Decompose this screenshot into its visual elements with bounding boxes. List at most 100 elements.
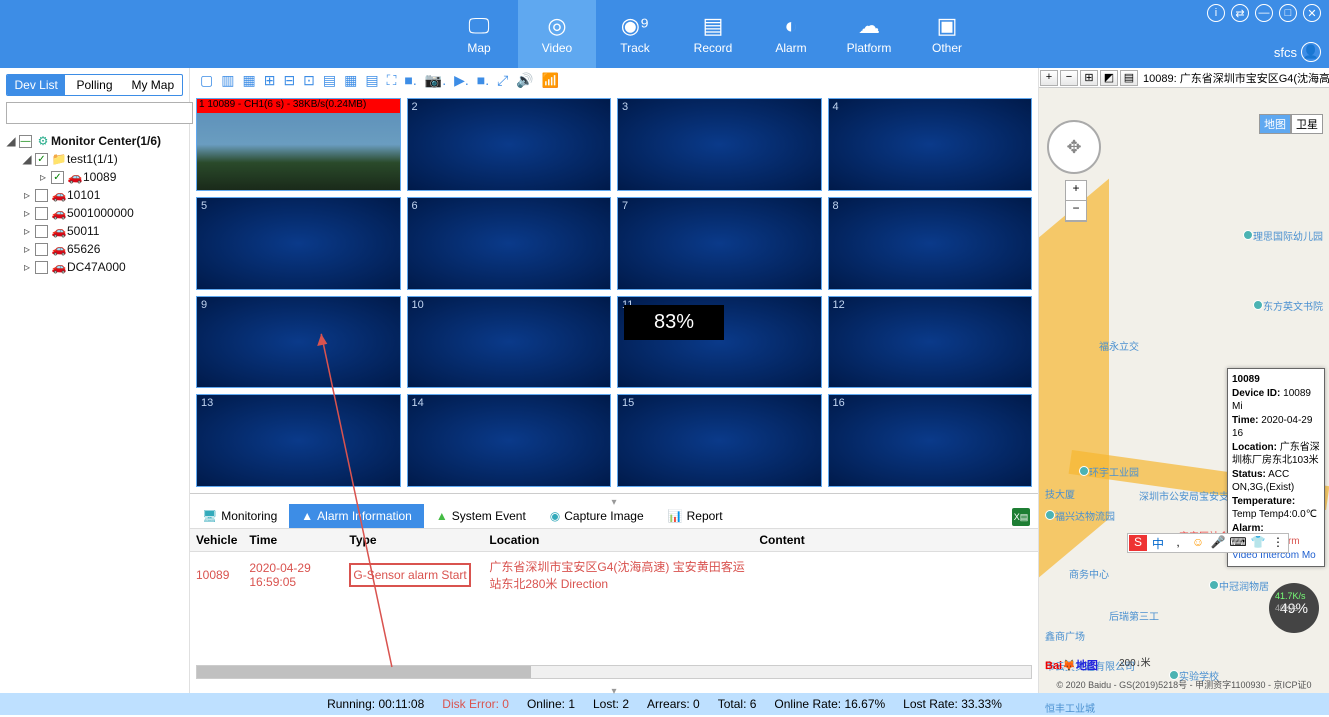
expand-icon[interactable]: ▹ — [22, 224, 32, 238]
signal-icon[interactable]: 📶 — [542, 72, 559, 89]
video-cell-4[interactable]: 4 — [828, 98, 1033, 191]
checkbox[interactable]: ✓ — [35, 153, 48, 166]
expand-icon[interactable]: ◢ — [22, 152, 32, 166]
info-icon[interactable]: i — [1207, 4, 1225, 22]
checkbox[interactable] — [35, 261, 48, 274]
left-tab-polling[interactable]: Polling — [65, 75, 123, 95]
expand-icon[interactable]: ⤢ — [497, 72, 508, 89]
tab-track[interactable]: ◉⁹Track — [596, 0, 674, 68]
ime-toolbar[interactable]: S 中,☺🎤⌨👕⋮ — [1127, 533, 1289, 553]
map-toolbar: + − ⊞ ◩ ▤ 10089: 广东省深圳市宝安区G4(沈海高速) — [1039, 68, 1329, 88]
video-cell-2[interactable]: 2 — [407, 98, 612, 191]
layout-1-icon[interactable]: ▢ — [200, 72, 213, 89]
close-icon[interactable]: ✕ — [1303, 4, 1321, 22]
video-cell-10[interactable]: 10 — [407, 296, 612, 389]
tab-video[interactable]: ◎Video — [518, 0, 596, 68]
layout-36-icon[interactable]: ▤ — [365, 72, 378, 89]
layout-9-icon[interactable]: ⊡ — [303, 72, 315, 89]
video-toolbar: ▢ ▥ ▦ ⊞ ⊟ ⊡ ▤ ▦ ▤ ⛶ ■. 📷. ▶. ■. ⤢ 🔊 📶 — [190, 68, 1038, 92]
maximize-icon[interactable]: □ — [1279, 4, 1297, 22]
snapshot-icon[interactable]: 📷. — [425, 72, 446, 89]
layout-8-icon[interactable]: ⊟ — [283, 72, 295, 89]
video-cell-5[interactable]: 5 — [196, 197, 401, 290]
zoom-out-button[interactable]: − — [1060, 70, 1078, 86]
expand-icon[interactable]: ▹ — [22, 242, 32, 256]
left-tab-devlist[interactable]: Dev List — [7, 75, 65, 95]
compass-icon[interactable]: ✥ — [1047, 120, 1101, 174]
map-type-map[interactable]: 地图 — [1259, 114, 1291, 134]
checkbox[interactable] — [35, 243, 48, 256]
tab-map[interactable]: 🖵Map — [440, 0, 518, 68]
video-cell-13[interactable]: 13 — [196, 394, 401, 487]
video-cell-12[interactable]: 12 — [828, 296, 1033, 389]
zoom-minus[interactable]: − — [1066, 201, 1086, 221]
video-cell-14[interactable]: 14 — [407, 394, 612, 487]
video-cell-8[interactable]: 8 — [828, 197, 1033, 290]
layout-6-icon[interactable]: ⊞ — [264, 72, 276, 89]
video-cell-3[interactable]: 3 — [617, 98, 822, 191]
layout-4-icon[interactable]: ▦ — [242, 72, 255, 89]
expand-icon[interactable]: ▹ — [38, 170, 48, 184]
checkbox[interactable] — [35, 189, 48, 202]
video-cell-16[interactable]: 16 — [828, 394, 1033, 487]
horizontal-scrollbar[interactable] — [196, 665, 1032, 679]
expand-icon[interactable]: ▹ — [22, 260, 32, 274]
zoom-in-button[interactable]: + — [1040, 70, 1058, 86]
video-cell-11[interactable]: 11 83% — [617, 296, 822, 389]
tab-other[interactable]: ▣Other — [908, 0, 986, 68]
center-panel: ▢ ▥ ▦ ⊞ ⊟ ⊡ ▤ ▦ ▤ ⛶ ■. 📷. ▶. ■. ⤢ 🔊 📶 1 … — [190, 68, 1039, 693]
checkbox[interactable] — [35, 225, 48, 238]
zoom-plus[interactable]: + — [1066, 181, 1086, 201]
map-tool-2[interactable]: ◩ — [1100, 70, 1118, 86]
tab-record[interactable]: ▤Record — [674, 0, 752, 68]
layout-16-icon[interactable]: ▤ — [323, 72, 336, 89]
swap-icon[interactable]: ⇄ — [1231, 4, 1249, 22]
tab-system-event[interactable]: ▲System Event — [424, 504, 538, 528]
left-tab-mymap[interactable]: My Map — [124, 75, 182, 95]
map-canvas[interactable]: ✥ + − 地图 卫星 理思国际幼儿园 东方英文书院 福永立交 环宇工业园 技大… — [1039, 88, 1329, 693]
tab-platform[interactable]: ☁Platform — [830, 0, 908, 68]
layout-25-icon[interactable]: ▦ — [344, 72, 357, 89]
checkbox[interactable] — [35, 207, 48, 220]
avatar-icon: 👤 — [1301, 42, 1321, 62]
video-cell-1[interactable]: 1 10089 - CH1(6 s) - 38KB/s(0.24MB) — [196, 98, 401, 191]
map-tool-1[interactable]: ⊞ — [1080, 70, 1098, 86]
expand-icon[interactable]: ▾ — [611, 686, 616, 697]
checkbox[interactable]: ✓ — [51, 171, 64, 184]
expand-icon[interactable]: ◢ — [6, 134, 16, 148]
tab-monitoring[interactable]: 🖥Monitoring — [190, 504, 289, 528]
checkbox[interactable]: — — [19, 135, 32, 148]
map-tool-3[interactable]: ▤ — [1120, 70, 1138, 86]
export-excel-button[interactable]: X▤ — [1012, 508, 1030, 526]
map-type-toggle: 地图 卫星 — [1259, 114, 1323, 134]
alarm-row[interactable]: 10089 2020-04-29 16:59:05 G-Sensor alarm… — [190, 552, 1038, 599]
record-icon: ▤ — [703, 13, 724, 39]
fullscreen-icon[interactable]: ⛶ — [387, 72, 397, 89]
search-input[interactable] — [6, 102, 193, 124]
stop-icon[interactable]: ■. — [404, 72, 416, 88]
vehicle-icon: 🚗 — [51, 242, 67, 256]
layout-2-icon[interactable]: ▥ — [221, 72, 234, 89]
top-tabs: 🖵Map ◎Video ◉⁹Track ▤Record ◐Alarm ☁Plat… — [440, 0, 986, 68]
video-cell-15[interactable]: 15 — [617, 394, 822, 487]
tab-capture[interactable]: ◉Capture Image — [538, 504, 656, 528]
play-icon[interactable]: ▶. — [454, 72, 469, 89]
window-controls: i ⇄ — □ ✕ — [1207, 4, 1321, 22]
tab-alarm[interactable]: ◐Alarm — [752, 0, 830, 68]
stop2-icon[interactable]: ■. — [477, 72, 489, 88]
user-badge[interactable]: sfcs 👤 — [1274, 42, 1321, 62]
map-type-sat[interactable]: 卫星 — [1291, 114, 1323, 134]
tab-alarm-info[interactable]: ▲Alarm Information — [289, 504, 424, 528]
video-cell-7[interactable]: 7 — [617, 197, 822, 290]
video-cell-6[interactable]: 6 — [407, 197, 612, 290]
video-cell-9[interactable]: 9 — [196, 296, 401, 389]
status-bar: Running: 00:11:08 Disk Error: 0 Online: … — [0, 693, 1329, 715]
zoom-control: + − — [1065, 180, 1087, 222]
device-tree: ◢—⚙Monitor Center(1/6) ◢✓📁test1(1/1) ▹✓🚗… — [0, 130, 189, 278]
left-panel: Dev List Polling My Map ▾ 🔍 ◢—⚙Monitor C… — [0, 68, 190, 693]
minimize-icon[interactable]: — — [1255, 4, 1273, 22]
volume-icon[interactable]: 🔊 — [516, 72, 533, 89]
expand-icon[interactable]: ▹ — [22, 188, 32, 202]
expand-icon[interactable]: ▹ — [22, 206, 32, 220]
tab-report[interactable]: 📊Report — [656, 504, 735, 528]
